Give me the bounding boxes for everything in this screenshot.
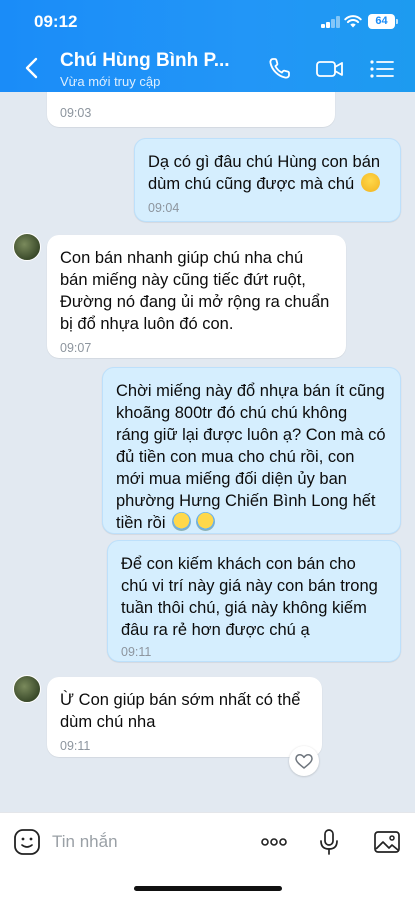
message-text: Con bán nhanh giúp chú nha chú bán miếng… [60, 249, 330, 333]
message-time: 09:04 [148, 201, 180, 215]
heart-icon [295, 754, 313, 769]
contact-status: Vừa mới truy cập [60, 74, 161, 89]
message-time: 09:11 [121, 645, 152, 659]
message-outgoing[interactable]: Dạ có gì đâu chú Hùng con bán dùm chú cũ… [134, 138, 401, 222]
crying-face-emoji-icon [195, 512, 215, 531]
message-incoming[interactable]: Con bán nhanh giúp chú nha chú bán miếng… [47, 235, 346, 358]
chat-header: 09:12 64 Chú Hùng Bình P... Vừa mới truy… [0, 0, 415, 92]
message-list[interactable]: 09:03 Dạ có gì đâu chú Hùng con bán dùm … [0, 92, 415, 812]
smiling-face-emoji-icon [360, 173, 380, 192]
contact-avatar[interactable] [13, 233, 41, 261]
message-outgoing[interactable]: Chời miếng này đổ nhựa bán ít cũng khoãn… [102, 367, 401, 534]
message-incoming[interactable]: 09:03 [47, 92, 335, 127]
message-text: Chời miếng này đổ nhựa bán ít cũng khoãn… [116, 382, 386, 532]
back-arrow-icon[interactable] [22, 56, 42, 80]
sticker-icon[interactable] [12, 827, 42, 857]
reaction-button[interactable] [289, 746, 319, 776]
status-bar: 09:12 64 [0, 0, 415, 44]
phone-icon[interactable] [266, 56, 296, 82]
message-incoming[interactable]: Ừ Con giúp bán sớm nhất có thể dùm chú n… [47, 677, 322, 757]
video-call-icon[interactable] [315, 56, 345, 82]
menu-list-icon[interactable] [368, 56, 398, 82]
message-outgoing[interactable]: Để con kiếm khách con bán cho chú vi trí… [107, 540, 401, 662]
message-input[interactable] [52, 831, 232, 853]
microphone-icon[interactable] [314, 827, 344, 857]
message-time: 09:03 [60, 106, 92, 120]
contact-name[interactable]: Chú Hùng Bình P... [60, 50, 230, 72]
contact-avatar[interactable] [13, 675, 41, 703]
message-text: Ừ Con giúp bán sớm nhất có thể dùm chú n… [60, 691, 301, 731]
home-indicator [134, 886, 282, 891]
crying-face-emoji-icon [172, 512, 192, 531]
status-time: 09:12 [34, 12, 78, 31]
message-time: 09:07 [60, 341, 92, 355]
message-time: 09:11 [60, 739, 91, 753]
cellular-signal-icon [321, 16, 341, 28]
message-text: Để con kiếm khách con bán cho chú vi trí… [121, 555, 378, 639]
wifi-icon [344, 15, 362, 28]
image-icon[interactable] [372, 827, 402, 857]
battery-icon: 64 [368, 14, 398, 29]
message-text: Dạ có gì đâu chú Hùng con bán dùm chú cũ… [148, 153, 381, 193]
more-dots-icon[interactable] [259, 827, 289, 857]
